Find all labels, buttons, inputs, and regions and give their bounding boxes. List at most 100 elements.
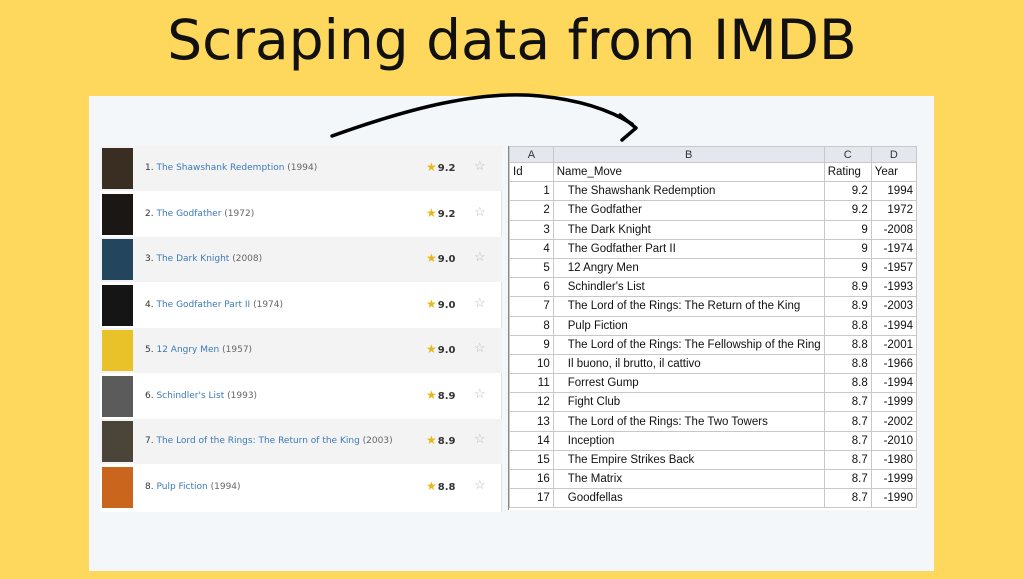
cell-id[interactable]: 6 bbox=[509, 277, 554, 298]
poster-image[interactable] bbox=[102, 239, 133, 280]
cell-year[interactable]: -1980 bbox=[870, 449, 918, 471]
cell-name[interactable]: The Godfather Part II bbox=[552, 238, 825, 259]
poster-image[interactable] bbox=[102, 421, 133, 462]
cell-year[interactable]: 1994 bbox=[870, 181, 918, 202]
cell-name[interactable]: The Dark Knight bbox=[552, 219, 825, 240]
cell-id[interactable]: 9 bbox=[509, 334, 554, 355]
cell-rating[interactable]: 8.9 bbox=[823, 277, 872, 298]
cell-rating[interactable]: 9 bbox=[823, 219, 872, 240]
cell-year[interactable]: -1999 bbox=[870, 392, 918, 413]
movie-title-link[interactable]: Pulp Fiction bbox=[156, 482, 207, 492]
movie-title-link[interactable]: Schindler's List bbox=[156, 391, 224, 401]
cell-year[interactable]: -1994 bbox=[870, 373, 918, 394]
movie-title-link[interactable]: The Lord of the Rings: The Return of the… bbox=[156, 436, 359, 446]
cell-name[interactable]: The Shawshank Redemption bbox=[552, 181, 825, 202]
header-cell-rating[interactable]: Rating bbox=[823, 161, 872, 183]
cell-rating[interactable]: 9 bbox=[823, 257, 872, 279]
cell-id[interactable]: 13 bbox=[509, 411, 554, 432]
cell-name[interactable]: Pulp Fiction bbox=[552, 315, 825, 336]
column-header-d[interactable]: D bbox=[870, 146, 918, 163]
header-cell-year[interactable]: Year bbox=[870, 161, 918, 183]
cell-rating[interactable]: 8.7 bbox=[823, 430, 872, 451]
cell-id[interactable]: 4 bbox=[509, 238, 554, 259]
cell-id[interactable]: 7 bbox=[509, 296, 554, 317]
column-header-a[interactable]: A bbox=[509, 146, 554, 163]
cell-rating[interactable]: 8.7 bbox=[823, 411, 872, 432]
column-header-c[interactable]: C bbox=[823, 146, 872, 163]
rate-star-icon[interactable]: ☆ bbox=[474, 249, 486, 265]
cell-year[interactable]: -1957 bbox=[870, 257, 918, 279]
cell-year[interactable]: 1972 bbox=[870, 200, 918, 221]
cell-year[interactable]: -1974 bbox=[870, 238, 918, 259]
cell-rating[interactable]: 8.8 bbox=[823, 353, 872, 375]
movie-title-link[interactable]: The Shawshank Redemption bbox=[156, 163, 284, 173]
cell-id[interactable]: 12 bbox=[509, 392, 554, 413]
cell-rating[interactable]: 8.8 bbox=[823, 373, 872, 394]
movie-title-link[interactable]: The Godfather bbox=[156, 209, 221, 219]
rate-star-icon[interactable]: ☆ bbox=[474, 477, 486, 493]
poster-image[interactable] bbox=[102, 330, 133, 371]
movie-title-link[interactable]: The Godfather Part II bbox=[156, 300, 250, 310]
cell-name[interactable]: The Lord of the Rings: The Fellowship of… bbox=[552, 334, 825, 355]
rate-star-icon[interactable]: ☆ bbox=[474, 204, 486, 220]
cell-id[interactable]: 16 bbox=[509, 468, 554, 490]
column-header-b[interactable]: B bbox=[552, 146, 825, 163]
poster-image[interactable] bbox=[102, 193, 133, 235]
cell-id[interactable]: 2 bbox=[509, 200, 554, 221]
cell-id[interactable]: 8 bbox=[509, 315, 554, 336]
rate-star-icon[interactable]: ☆ bbox=[474, 295, 486, 311]
cell-rating[interactable]: 9 bbox=[823, 238, 872, 259]
rate-star-icon[interactable]: ☆ bbox=[474, 158, 486, 174]
cell-rating[interactable]: 8.8 bbox=[823, 334, 872, 355]
cell-name[interactable]: Forrest Gump bbox=[552, 373, 825, 394]
cell-name[interactable]: Il buono, il brutto, il cattivo bbox=[552, 353, 825, 375]
poster-image[interactable] bbox=[102, 148, 133, 189]
cell-rating[interactable]: 8.9 bbox=[823, 296, 872, 317]
poster-image[interactable] bbox=[102, 375, 133, 417]
cell-rating[interactable]: 8.7 bbox=[823, 468, 872, 490]
rate-star-icon[interactable]: ☆ bbox=[474, 431, 486, 447]
cell-year[interactable]: -1966 bbox=[870, 353, 918, 375]
cell-year[interactable]: -2010 bbox=[870, 430, 918, 451]
movie-title-link[interactable]: 12 Angry Men bbox=[156, 345, 219, 355]
rate-star-icon[interactable]: ☆ bbox=[474, 340, 486, 356]
cell-year[interactable]: -2008 bbox=[870, 219, 918, 240]
cell-year[interactable]: -2003 bbox=[870, 296, 918, 317]
cell-name[interactable]: Fight Club bbox=[552, 392, 825, 413]
cell-year[interactable]: -1999 bbox=[870, 468, 918, 490]
cell-year[interactable]: -1994 bbox=[870, 315, 918, 336]
cell-name[interactable]: The Lord of the Rings: The Return of the… bbox=[552, 296, 825, 317]
cell-name[interactable]: Inception bbox=[552, 430, 825, 451]
cell-name[interactable]: The Empire Strikes Back bbox=[552, 449, 825, 471]
cell-name[interactable]: The Godfather bbox=[552, 200, 825, 221]
cell-year[interactable]: -1990 bbox=[870, 488, 918, 509]
cell-rating[interactable]: 8.8 bbox=[823, 315, 872, 336]
cell-year[interactable]: -2002 bbox=[870, 411, 918, 432]
cell-rating[interactable]: 8.7 bbox=[823, 392, 872, 413]
cell-rating[interactable]: 9.2 bbox=[823, 181, 872, 202]
cell-name[interactable]: The Lord of the Rings: The Two Towers bbox=[552, 411, 825, 432]
cell-id[interactable]: 1 bbox=[509, 181, 554, 202]
cell-id[interactable]: 11 bbox=[509, 373, 554, 394]
cell-id[interactable]: 3 bbox=[509, 219, 554, 240]
cell-name[interactable]: The Matrix bbox=[552, 468, 825, 490]
cell-name[interactable]: Goodfellas bbox=[552, 488, 825, 509]
cell-rating[interactable]: 8.7 bbox=[823, 488, 872, 509]
poster-image[interactable] bbox=[102, 284, 133, 326]
cell-rating[interactable]: 9.2 bbox=[823, 200, 872, 221]
cell-year[interactable]: -2001 bbox=[870, 334, 918, 355]
header-cell-id[interactable]: Id bbox=[509, 161, 554, 183]
movie-title-link[interactable]: The Dark Knight bbox=[156, 254, 229, 264]
cell-rating[interactable]: 8.7 bbox=[823, 449, 872, 471]
cell-year[interactable]: -1993 bbox=[870, 277, 918, 298]
cell-id[interactable]: 17 bbox=[509, 488, 554, 509]
poster-image[interactable] bbox=[102, 466, 133, 508]
cell-name[interactable]: 12 Angry Men bbox=[552, 257, 825, 279]
cell-id[interactable]: 10 bbox=[509, 353, 554, 375]
cell-id[interactable]: 15 bbox=[509, 449, 554, 471]
rate-star-icon[interactable]: ☆ bbox=[474, 386, 486, 402]
cell-id[interactable]: 5 bbox=[509, 257, 554, 279]
header-cell-name[interactable]: Name_Move bbox=[552, 161, 825, 183]
cell-name[interactable]: Schindler's List bbox=[552, 277, 825, 298]
cell-id[interactable]: 14 bbox=[509, 430, 554, 451]
